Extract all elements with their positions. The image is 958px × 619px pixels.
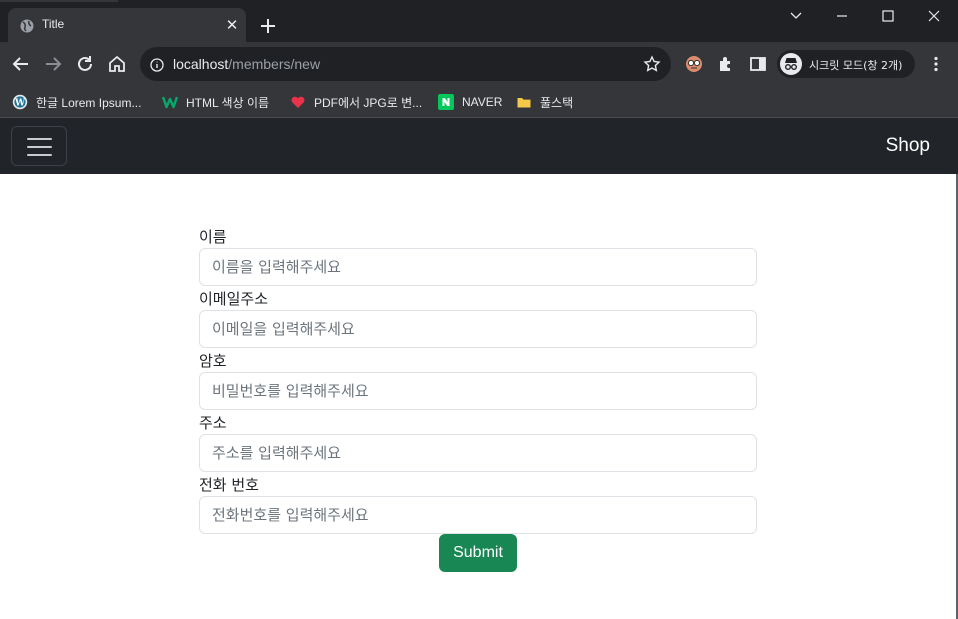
close-icon[interactable]: ✕ xyxy=(224,17,240,33)
hamburger-line xyxy=(27,138,52,140)
name-input[interactable] xyxy=(199,248,757,286)
back-icon[interactable] xyxy=(10,53,32,75)
bookmark-label: HTML 색상 이름 xyxy=(186,95,270,110)
url-host: localhost xyxy=(173,56,229,72)
email-input[interactable] xyxy=(199,310,757,348)
site-brand-link[interactable]: Shop xyxy=(886,135,930,157)
tab-title: Title xyxy=(42,17,65,31)
url-path: /members/new xyxy=(228,56,321,72)
window-close-icon[interactable] xyxy=(924,6,944,26)
member-signup-form: 이름 이메일주소 암호 주소 전화 번호 xyxy=(199,226,757,536)
browser-toolbar: localhost/members/new 시크릿 모드(창 2개) xyxy=(0,42,958,86)
extension-face-icon[interactable] xyxy=(684,54,704,74)
info-icon[interactable] xyxy=(150,57,164,72)
new-tab-icon[interactable] xyxy=(258,16,278,36)
bookmark-label: PDF에서 JPG로 변... xyxy=(314,95,423,110)
name-label: 이름 xyxy=(199,228,227,246)
hamburger-line xyxy=(27,154,52,156)
email-label: 이메일주소 xyxy=(199,290,269,308)
bookmark-item[interactable]: W 한글 Lorem Ipsum... xyxy=(12,92,141,112)
naver-icon xyxy=(438,94,454,110)
more-options-icon[interactable] xyxy=(926,54,946,74)
forward-icon[interactable] xyxy=(42,53,64,75)
bookmark-label: NAVER xyxy=(462,95,503,109)
minimize-icon[interactable] xyxy=(832,6,852,26)
bookmark-label: 한글 Lorem Ipsum... xyxy=(36,95,142,110)
titlebar-edge xyxy=(0,0,118,2)
url-text: localhost/members/new xyxy=(173,56,320,72)
menu-toggle-button[interactable] xyxy=(11,126,67,166)
bookmark-label: 풀스택 xyxy=(540,95,574,110)
chevron-down-icon[interactable] xyxy=(786,6,806,26)
side-panel-icon[interactable] xyxy=(748,54,768,74)
address-label: 주소 xyxy=(199,414,227,432)
browser-tab[interactable]: Title ✕ xyxy=(8,8,246,42)
submit-button[interactable]: Submit xyxy=(439,534,517,572)
star-icon[interactable] xyxy=(643,55,661,73)
reload-icon[interactable] xyxy=(74,53,96,75)
address-input[interactable] xyxy=(199,434,757,472)
address-bar[interactable]: localhost/members/new xyxy=(140,47,671,81)
profile-label: 시크릿 모드(창 2개) xyxy=(809,59,903,72)
bookmark-item[interactable]: NAVER xyxy=(438,92,502,112)
svg-text:W: W xyxy=(14,99,26,109)
phone-input[interactable] xyxy=(199,496,757,534)
incognito-profile-button[interactable]: 시크릿 모드(창 2개) xyxy=(777,50,915,78)
site-navbar: Shop xyxy=(0,118,958,174)
browser-titlebar: Title ✕ xyxy=(0,0,958,42)
password-label: 암호 xyxy=(199,352,227,370)
heart-icon xyxy=(290,94,306,110)
hamburger-line xyxy=(27,146,52,148)
bookmark-item[interactable]: 풀스택 xyxy=(516,92,573,112)
globe-icon xyxy=(20,18,34,33)
maximize-icon[interactable] xyxy=(878,6,898,26)
bookmarks-bar: W 한글 Lorem Ipsum... HTML 색상 이름 PDF에서 JPG… xyxy=(0,86,958,118)
w-logo-icon xyxy=(161,94,179,110)
incognito-icon xyxy=(780,53,802,75)
phone-label: 전화 번호 xyxy=(199,476,259,494)
wordpress-icon: W xyxy=(12,94,28,110)
folder-icon xyxy=(516,94,532,110)
puzzle-icon[interactable] xyxy=(716,54,736,74)
bookmark-item[interactable]: HTML 색상 이름 xyxy=(161,92,270,112)
password-input[interactable] xyxy=(199,372,757,410)
home-icon[interactable] xyxy=(106,53,128,75)
bookmark-item[interactable]: PDF에서 JPG로 변... xyxy=(290,92,422,112)
